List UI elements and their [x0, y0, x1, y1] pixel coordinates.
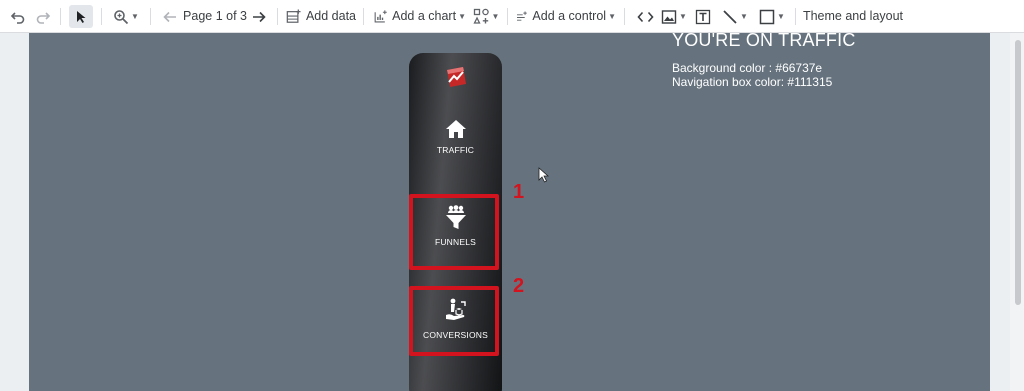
shape-icon[interactable]: ▼ — [756, 5, 788, 28]
chevron-down-icon: ▼ — [491, 12, 500, 21]
nav-item-traffic[interactable]: TRAFFIC — [409, 119, 502, 155]
highlight-box-conversions — [409, 286, 499, 356]
toolbar-divider — [150, 8, 151, 25]
toolbar-divider — [507, 8, 508, 25]
chevron-down-icon: ▼ — [131, 12, 139, 21]
page-indicator[interactable]: Page 1 of 3 — [183, 5, 247, 28]
add-chart-button[interactable]: Add a chart ▼ — [374, 5, 466, 28]
chevron-down-icon: ▼ — [679, 12, 687, 21]
add-control-icon — [517, 11, 527, 21]
theme-layout-label: Theme and layout — [802, 9, 904, 23]
toolbar-divider — [795, 8, 796, 25]
mouse-cursor-icon — [538, 167, 550, 183]
info-panel: YOU'RE ON TRAFFIC Background color : #66… — [672, 30, 856, 89]
add-data-button[interactable]: Add data — [286, 5, 356, 28]
add-data-icon — [286, 9, 301, 23]
toolbar-divider — [624, 8, 625, 25]
add-control-label: Add a control — [532, 9, 607, 23]
add-chart-icon — [374, 10, 387, 23]
prev-page-icon[interactable] — [160, 5, 180, 28]
annotation-marker-2: 2 — [513, 275, 525, 297]
scrollbar-thumb[interactable] — [1015, 40, 1021, 305]
line-icon[interactable]: ▼ — [719, 5, 751, 28]
toolbar-divider — [363, 8, 364, 25]
undo-icon[interactable] — [8, 5, 28, 28]
highlight-box-funnels — [409, 194, 499, 270]
chevron-down-icon: ▼ — [608, 12, 616, 21]
brand-logo-icon — [447, 67, 466, 87]
chevron-down-icon: ▼ — [777, 12, 785, 21]
chevron-down-icon: ▼ — [740, 12, 748, 21]
add-control-button[interactable]: Add a control ▼ — [516, 5, 616, 28]
image-icon[interactable]: ▼ — [660, 5, 688, 28]
add-chart-label: Add a chart — [392, 9, 457, 23]
embed-icon[interactable] — [634, 5, 656, 28]
community-viz-icon — [472, 8, 489, 24]
nav-box-color-text: Navigation box color: #111315 — [672, 75, 833, 89]
toolbar-divider — [277, 8, 278, 25]
chevron-down-icon: ▼ — [458, 12, 466, 21]
annotation-marker-1: 1 — [513, 181, 525, 203]
next-page-icon[interactable] — [249, 5, 269, 28]
add-data-label: Add data — [305, 9, 356, 23]
theme-layout-button[interactable]: Theme and layout — [803, 5, 903, 28]
background-color-text: Background color : #66737e — [672, 61, 823, 75]
select-icon[interactable] — [69, 5, 93, 28]
toolbar-divider — [60, 8, 61, 25]
toolbar-divider — [101, 8, 102, 25]
redo-icon[interactable] — [33, 5, 53, 28]
page-indicator-label: Page 1 of 3 — [183, 9, 247, 23]
page-title: YOU'RE ON TRAFFIC — [672, 30, 856, 50]
report-toolbar: ▼ Page 1 of 3 Add data Add a chart ▼ ▼ A… — [0, 0, 1024, 33]
community-viz-button[interactable]: ▼ — [471, 5, 501, 28]
zoom-icon[interactable]: ▼ — [110, 5, 142, 28]
nav-item-label: TRAFFIC — [436, 145, 475, 155]
home-icon — [445, 120, 466, 138]
text-icon[interactable] — [693, 5, 713, 28]
report-canvas — [0, 33, 1024, 391]
